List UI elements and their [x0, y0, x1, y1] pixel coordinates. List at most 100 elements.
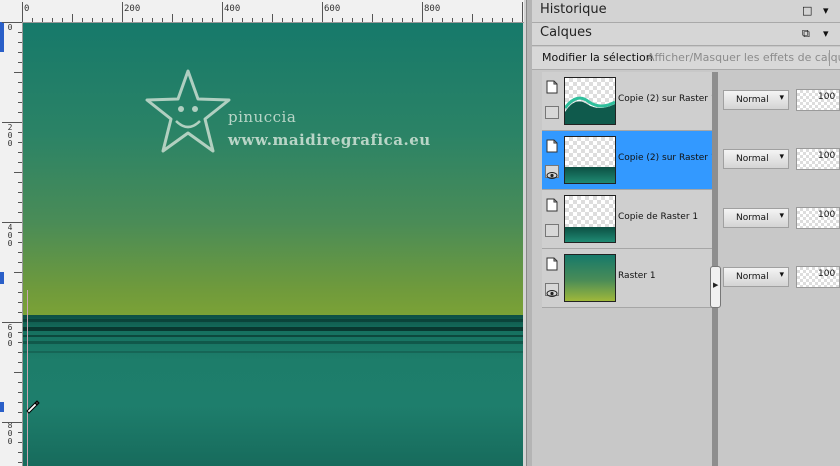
chevron-down-icon: ▾	[779, 93, 784, 103]
layer-thumbnail	[564, 77, 616, 125]
ruler-tick	[18, 392, 22, 393]
sea-area	[23, 315, 523, 466]
canvas-area[interactable]: 0 200 400 600 800 0 200 400 600 800 pinu…	[0, 0, 526, 466]
restore-window-icon[interactable]: ⧉	[802, 27, 810, 41]
layer-row[interactable]: Copie de Raster 1	[542, 190, 712, 249]
ruler-tick	[342, 18, 343, 22]
ruler-tick	[18, 332, 22, 333]
layer-row-selected[interactable]: Copie (2) sur Raster 1	[542, 131, 717, 190]
ruler-tick	[18, 132, 22, 133]
ruler-top-label: 0	[24, 4, 30, 14]
ruler-tick	[372, 14, 373, 22]
watermark-author: pinuccia	[228, 108, 297, 126]
opacity-field[interactable]: 100	[796, 207, 840, 229]
opacity-value: 100	[818, 151, 836, 161]
blend-mode-value: Normal	[736, 272, 769, 282]
ruler-top-label: 800	[424, 4, 441, 14]
ruler-tick	[242, 18, 243, 22]
layer-name: Copie (2) sur Raster 1	[618, 94, 717, 104]
ruler-tick	[452, 18, 453, 22]
ruler-tick	[14, 172, 22, 173]
opacity-field[interactable]: 100	[796, 266, 840, 288]
ruler-top-label: 200	[124, 4, 141, 14]
layers-toolbar: Modifier la sélection Afficher/Masquer l…	[532, 47, 840, 70]
ruler-tick	[32, 18, 33, 22]
ruler-tick	[18, 52, 22, 53]
opacity-field[interactable]: 100	[796, 89, 840, 111]
dropdown-icon[interactable]: ▾	[823, 4, 829, 17]
ruler-tick	[18, 62, 22, 63]
layers-panel-header[interactable]: Calques ⧉ ▾	[532, 23, 840, 46]
ruler-left-label: 600	[7, 323, 13, 348]
ruler-tick	[222, 2, 223, 22]
ruler-tick	[252, 18, 253, 22]
ruler-marker	[0, 402, 4, 412]
ruler-left-label: 400	[7, 223, 13, 248]
layer-row[interactable]: Copie (2) sur Raster 1	[542, 72, 717, 131]
maximize-icon[interactable]: □	[802, 4, 812, 17]
ruler-tick	[18, 292, 22, 293]
ruler-tick	[2, 22, 22, 23]
ruler-tick	[382, 18, 383, 22]
document-image[interactable]: pinuccia www.maidiregrafica.eu	[23, 23, 523, 466]
blend-mode-dropdown[interactable]: Normal ▾	[723, 149, 789, 169]
ruler-left: 0 200 400 600 800	[0, 22, 23, 466]
opacity-value: 100	[818, 92, 836, 102]
visibility-toggle-icon[interactable]	[545, 106, 559, 119]
blend-mode-value: Normal	[736, 154, 769, 164]
brush-cursor-icon	[26, 400, 40, 414]
ruler-tick	[18, 182, 22, 183]
ruler-tick	[512, 18, 513, 22]
ruler-tick	[18, 232, 22, 233]
ruler-tick	[18, 402, 22, 403]
ruler-top-label: 400	[224, 4, 241, 14]
ruler-tick	[142, 18, 143, 22]
opacity-field[interactable]: 100	[796, 148, 840, 170]
eye-icon[interactable]	[545, 283, 559, 297]
ruler-corner	[0, 0, 23, 23]
ruler-tick	[18, 252, 22, 253]
ruler-tick	[18, 192, 22, 193]
layer-type-icon[interactable]	[545, 139, 559, 153]
blend-mode-dropdown[interactable]: Normal ▾	[723, 208, 789, 228]
history-panel-header[interactable]: Historique □ ▾	[532, 0, 840, 23]
eye-icon[interactable]	[545, 165, 559, 179]
ruler-tick	[2, 422, 22, 423]
layer-type-icon[interactable]	[545, 80, 559, 94]
layer-thumbnail	[564, 195, 616, 243]
ruler-tick	[14, 72, 22, 73]
blend-mode-dropdown[interactable]: Normal ▾	[723, 267, 789, 287]
ruler-tick	[2, 222, 22, 223]
ruler-tick	[18, 202, 22, 203]
ruler-tick	[122, 2, 123, 22]
dropdown-icon[interactable]: ▾	[823, 27, 829, 40]
layer-row[interactable]: Raster 1	[542, 249, 712, 308]
history-panel-title: Historique	[540, 2, 607, 17]
layer-type-icon[interactable]	[545, 198, 559, 212]
ruler-top: 0 200 400 600 800	[22, 0, 524, 23]
ruler-tick	[422, 2, 423, 22]
ruler-tick	[102, 18, 103, 22]
ruler-tick	[18, 152, 22, 153]
blend-mode-dropdown[interactable]: Normal ▾	[723, 90, 789, 110]
layer-type-icon[interactable]	[545, 257, 559, 271]
ruler-tick	[162, 18, 163, 22]
ruler-tick	[18, 362, 22, 363]
toggle-layer-effects-button[interactable]: Afficher/Masquer les effets de calque	[647, 51, 840, 64]
visibility-toggle-icon[interactable]	[545, 224, 559, 237]
ruler-tick	[14, 372, 22, 373]
ruler-tick	[392, 18, 393, 22]
edit-selection-button[interactable]: Modifier la sélection	[542, 51, 653, 64]
ruler-tick	[202, 18, 203, 22]
layer-properties-row: Normal ▾ 100	[720, 72, 840, 130]
ruler-tick	[472, 14, 473, 22]
layers-list: Copie (2) sur Raster 1 Copie (2) sur Ras…	[542, 72, 717, 308]
layer-properties-row: Normal ▾ 100	[720, 249, 840, 307]
layer-properties-row: Normal ▾ 100	[720, 190, 840, 248]
ruler-tick	[192, 18, 193, 22]
ruler-tick	[172, 14, 173, 22]
ruler-tick	[62, 18, 63, 22]
toolbar-divider	[829, 50, 830, 66]
chevron-down-icon: ▾	[779, 152, 784, 162]
ruler-tick	[412, 18, 413, 22]
